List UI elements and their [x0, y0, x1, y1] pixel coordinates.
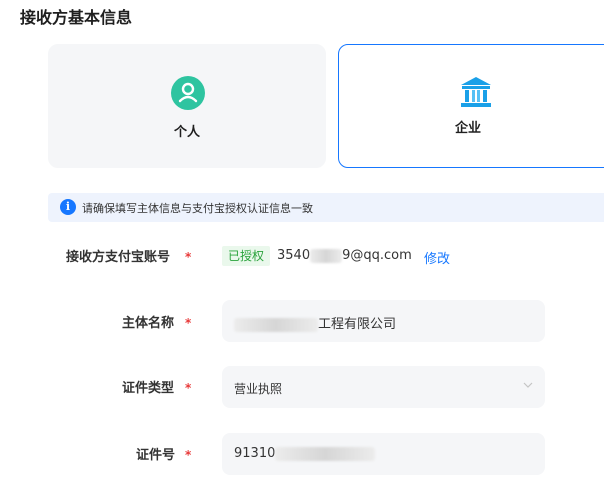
receiver-type-personal-label: 个人	[173, 125, 200, 140]
required-mark: *	[185, 316, 192, 330]
cert-type-label: 证件类型	[122, 381, 175, 396]
modify-account-link[interactable]: 修改	[424, 248, 450, 267]
receiver-type-company-label: 企业	[454, 121, 481, 136]
cert-number-label: 证件号	[136, 448, 176, 463]
account-value-prefix: 3540	[277, 248, 311, 263]
required-mark: *	[185, 448, 192, 462]
cert-type-select[interactable]: 营业执照	[222, 366, 545, 408]
receiver-type-company-card[interactable]: 企业	[338, 44, 604, 168]
entity-name-suffix: 工程有限公司	[318, 317, 397, 332]
entity-name-value: 工程有限公司	[234, 313, 396, 332]
required-mark: *	[185, 250, 192, 264]
redacted-mask	[310, 248, 343, 263]
info-notice-bar: i 请确保填写主体信息与支付宝授权认证信息一致	[48, 193, 604, 222]
info-notice-text: 请确保填写主体信息与支付宝授权认证信息一致	[82, 202, 313, 215]
authorized-badge: 已授权	[222, 246, 271, 266]
person-icon	[171, 76, 205, 110]
account-label: 接收方支付宝账号	[66, 250, 171, 265]
receiver-type-personal-card[interactable]: 个人	[48, 44, 326, 168]
account-value-suffix: 9@qq.com	[342, 248, 412, 263]
cert-number-prefix: 91310	[234, 446, 276, 461]
chevron-down-icon	[523, 382, 533, 388]
cert-number-value: 91310	[234, 446, 376, 461]
entity-name-field[interactable]: 工程有限公司	[222, 300, 545, 342]
required-mark: *	[185, 381, 192, 395]
bank-building-icon	[461, 77, 491, 107]
info-icon: i	[60, 199, 76, 215]
cert-type-value: 营业执照	[234, 382, 283, 396]
cert-number-field[interactable]: 91310	[222, 433, 545, 475]
account-value: 3540 9@qq.com	[277, 248, 412, 263]
redacted-mask	[275, 446, 376, 461]
section-title: 接收方基本信息	[20, 8, 133, 27]
entity-name-label: 主体名称	[122, 316, 175, 331]
redacted-mask	[234, 317, 318, 332]
